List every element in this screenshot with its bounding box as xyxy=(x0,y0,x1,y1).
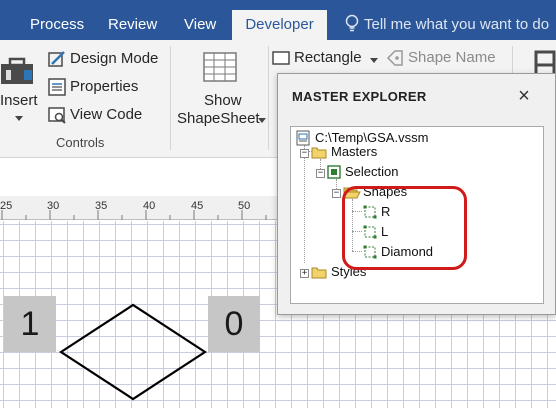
dropdown-arrow-icon xyxy=(15,116,23,121)
lightbulb-icon xyxy=(345,14,359,32)
rectangle-button[interactable]: Rectangle xyxy=(272,48,378,70)
close-button[interactable]: × xyxy=(514,86,534,106)
ribbon-tab-bar: Process Review View Developer Tell me wh… xyxy=(0,0,556,40)
view-code-button[interactable]: View Code xyxy=(48,106,166,128)
rectangle-icon xyxy=(272,51,290,65)
properties-icon xyxy=(48,78,66,96)
tree-connector xyxy=(304,145,305,263)
tab-review[interactable]: Review xyxy=(108,10,157,40)
insert-label: Insert xyxy=(0,92,38,109)
shapesheet-icon xyxy=(203,52,237,82)
collapse-toggle[interactable]: − xyxy=(300,149,309,158)
tree-label-selection: Selection xyxy=(345,164,399,179)
tree-item-selection[interactable]: Selection xyxy=(327,163,447,181)
show-shapesheet-button[interactable]: Show ShapeSheet xyxy=(174,50,266,132)
annotation-highlight xyxy=(342,186,467,270)
tab-view[interactable]: View xyxy=(184,10,216,40)
insert-button[interactable]: Insert xyxy=(0,52,40,130)
tree-label-masters: Masters xyxy=(331,144,378,159)
dropdown-arrow-icon xyxy=(370,58,378,63)
folder-icon xyxy=(311,267,327,279)
view-code-icon xyxy=(48,107,66,124)
tell-me-text: Tell me what you want to do xyxy=(364,16,550,33)
design-mode-label: Design Mode xyxy=(70,50,159,67)
dropdown-arrow-icon xyxy=(258,118,266,123)
master-selection-icon xyxy=(327,165,341,179)
expand-toggle[interactable]: + xyxy=(300,269,309,278)
properties-button[interactable]: Properties xyxy=(48,78,166,100)
rectangle-label: Rectangle xyxy=(294,49,362,66)
diamond-shape[interactable] xyxy=(58,302,208,404)
shape-name-button[interactable]: Shape Name xyxy=(386,48,502,70)
tab-developer[interactable]: Developer xyxy=(232,10,327,40)
ribbon-divider xyxy=(268,46,269,150)
right-number-shape[interactable]: 0 xyxy=(208,296,260,352)
left-number-shape[interactable]: 1 xyxy=(4,296,56,352)
tab-process[interactable]: Process xyxy=(30,10,84,40)
view-code-label: View Code xyxy=(70,106,143,123)
stencil-file-icon xyxy=(296,130,310,146)
folder-icon xyxy=(311,147,327,159)
collapse-toggle[interactable]: − xyxy=(332,189,341,198)
master-explorer-title: MASTER EXPLORER xyxy=(292,89,427,104)
properties-label: Properties xyxy=(70,78,139,95)
toolbox-icon xyxy=(1,57,33,84)
design-mode-icon xyxy=(48,51,65,67)
design-mode-button[interactable]: Design Mode xyxy=(48,50,166,72)
collapse-toggle[interactable]: − xyxy=(316,169,325,178)
tree-item-masters[interactable]: Masters xyxy=(311,143,431,161)
tell-me-search[interactable]: Tell me what you want to do xyxy=(344,10,549,40)
show-shapesheet-line2: ShapeSheet xyxy=(177,110,260,127)
shape-name-label: Shape Name xyxy=(408,49,496,66)
controls-group-label: Controls xyxy=(56,135,105,150)
shape-name-icon xyxy=(386,50,403,66)
show-shapesheet-line1: Show xyxy=(204,92,242,109)
ribbon-divider xyxy=(170,46,171,150)
